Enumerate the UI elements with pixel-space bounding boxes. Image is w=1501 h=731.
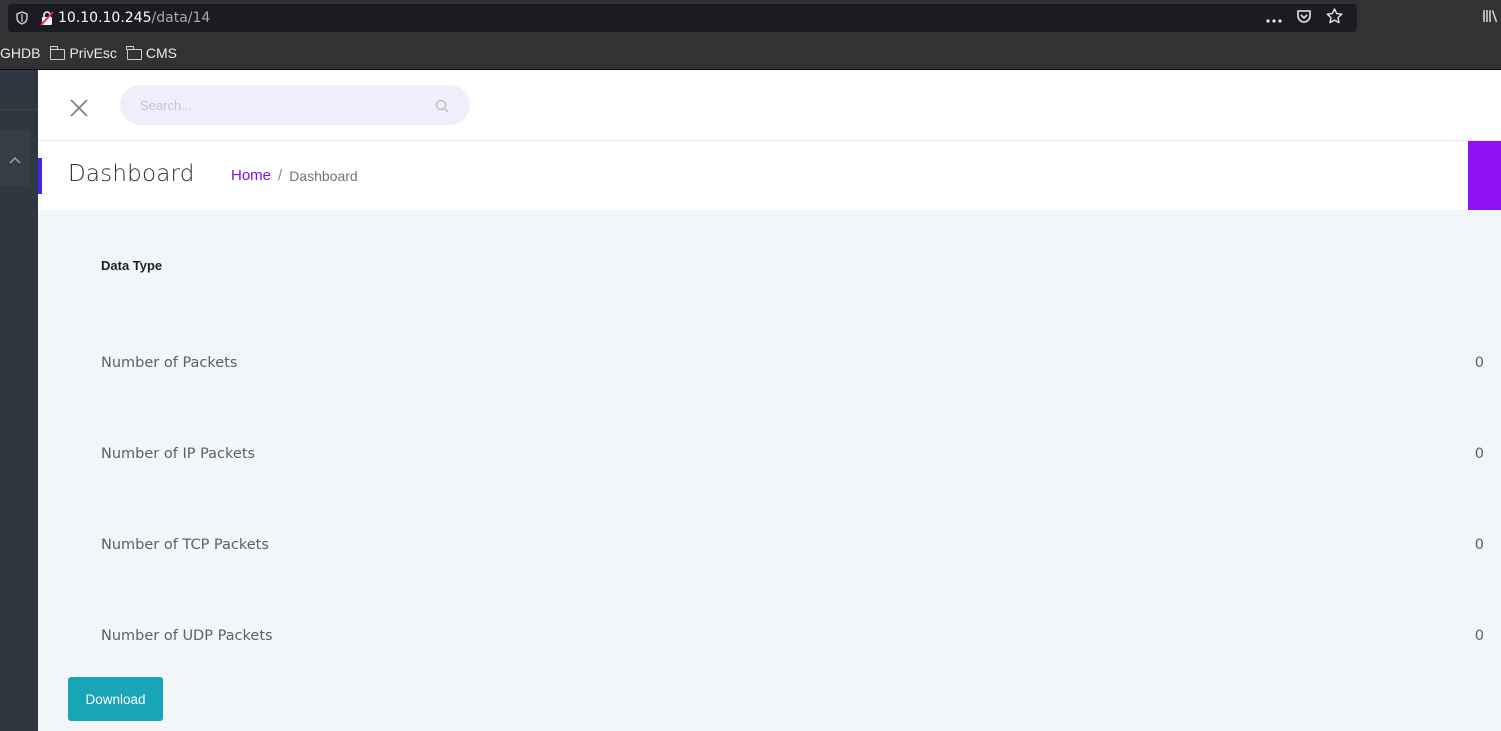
sidebar-divider — [0, 109, 38, 110]
table-row: Number of TCP Packets 0 — [101, 533, 1484, 557]
row-value: 0 — [1474, 355, 1484, 371]
url-bar[interactable]: 10.10.10.245/data/14 — [8, 4, 1357, 32]
row-value: 0 — [1474, 628, 1484, 644]
url-actions — [1266, 8, 1357, 28]
bookmarks-toolbar: GHDB PrivEsc CMS — [0, 42, 177, 64]
pocket-icon[interactable] — [1296, 9, 1312, 28]
bookmark-folder-privesc[interactable]: PrivEsc — [49, 45, 117, 61]
top-header — [38, 70, 1501, 141]
search-input[interactable] — [140, 85, 430, 125]
search-icon[interactable] — [435, 98, 449, 113]
table-row: Number of Packets 0 — [101, 351, 1484, 375]
right-accent-tab[interactable] — [1468, 141, 1501, 210]
row-label: Number of IP Packets — [101, 446, 256, 462]
table-row: Number of IP Packets 0 — [101, 442, 1484, 466]
bookmark-label: GHDB — [0, 45, 41, 61]
page-title-bar: Dashboard Home / Dashboard — [38, 141, 1501, 210]
breadcrumb: Home / Dashboard — [231, 167, 358, 184]
browser-toolbar: 10.10.10.245/data/14 GHDB PrivEsc CMS — [0, 0, 1501, 70]
page-title: Dashboard — [68, 161, 195, 187]
library-icon[interactable] — [1482, 9, 1498, 27]
row-value: 0 — [1474, 446, 1484, 462]
row-label: Number of UDP Packets — [101, 628, 273, 644]
breadcrumb-current: Dashboard — [289, 167, 358, 184]
bookmark-star-icon[interactable] — [1326, 8, 1343, 28]
sidebar — [0, 70, 38, 731]
folder-icon — [126, 45, 142, 60]
download-button[interactable]: Download — [68, 677, 163, 721]
table-header-data-type: Data Type — [101, 258, 163, 273]
tracking-shield-icon[interactable] — [8, 4, 36, 32]
bookmark-ghdb[interactable]: GHDB — [0, 45, 40, 61]
close-menu-button[interactable] — [68, 97, 90, 119]
bookmark-label: PrivEsc — [69, 45, 117, 61]
title-accent-bar — [38, 158, 42, 194]
folder-icon — [49, 45, 66, 60]
sidebar-collapse-toggle[interactable] — [0, 130, 30, 186]
breadcrumb-separator: / — [278, 167, 283, 184]
chevron-up-icon — [9, 149, 21, 168]
bookmark-folder-cms[interactable]: CMS — [126, 45, 178, 61]
row-label: Number of Packets — [101, 355, 238, 371]
bookmark-label: CMS — [145, 45, 178, 61]
url-host: 10.10.10.245 — [58, 10, 152, 26]
insecure-lock-icon[interactable] — [36, 4, 58, 32]
more-actions-icon[interactable] — [1266, 9, 1282, 27]
breadcrumb-home-link[interactable]: Home — [231, 167, 271, 184]
url-path: /data/14 — [151, 10, 211, 26]
main-content: Data Type Number of Packets 0 Number of … — [38, 210, 1501, 731]
close-icon — [68, 99, 90, 123]
url-text[interactable]: 10.10.10.245/data/14 — [58, 10, 210, 26]
search-box — [120, 85, 470, 125]
table-row: Number of UDP Packets 0 — [101, 624, 1484, 648]
row-label: Number of TCP Packets — [101, 537, 269, 553]
row-value: 0 — [1474, 537, 1484, 553]
